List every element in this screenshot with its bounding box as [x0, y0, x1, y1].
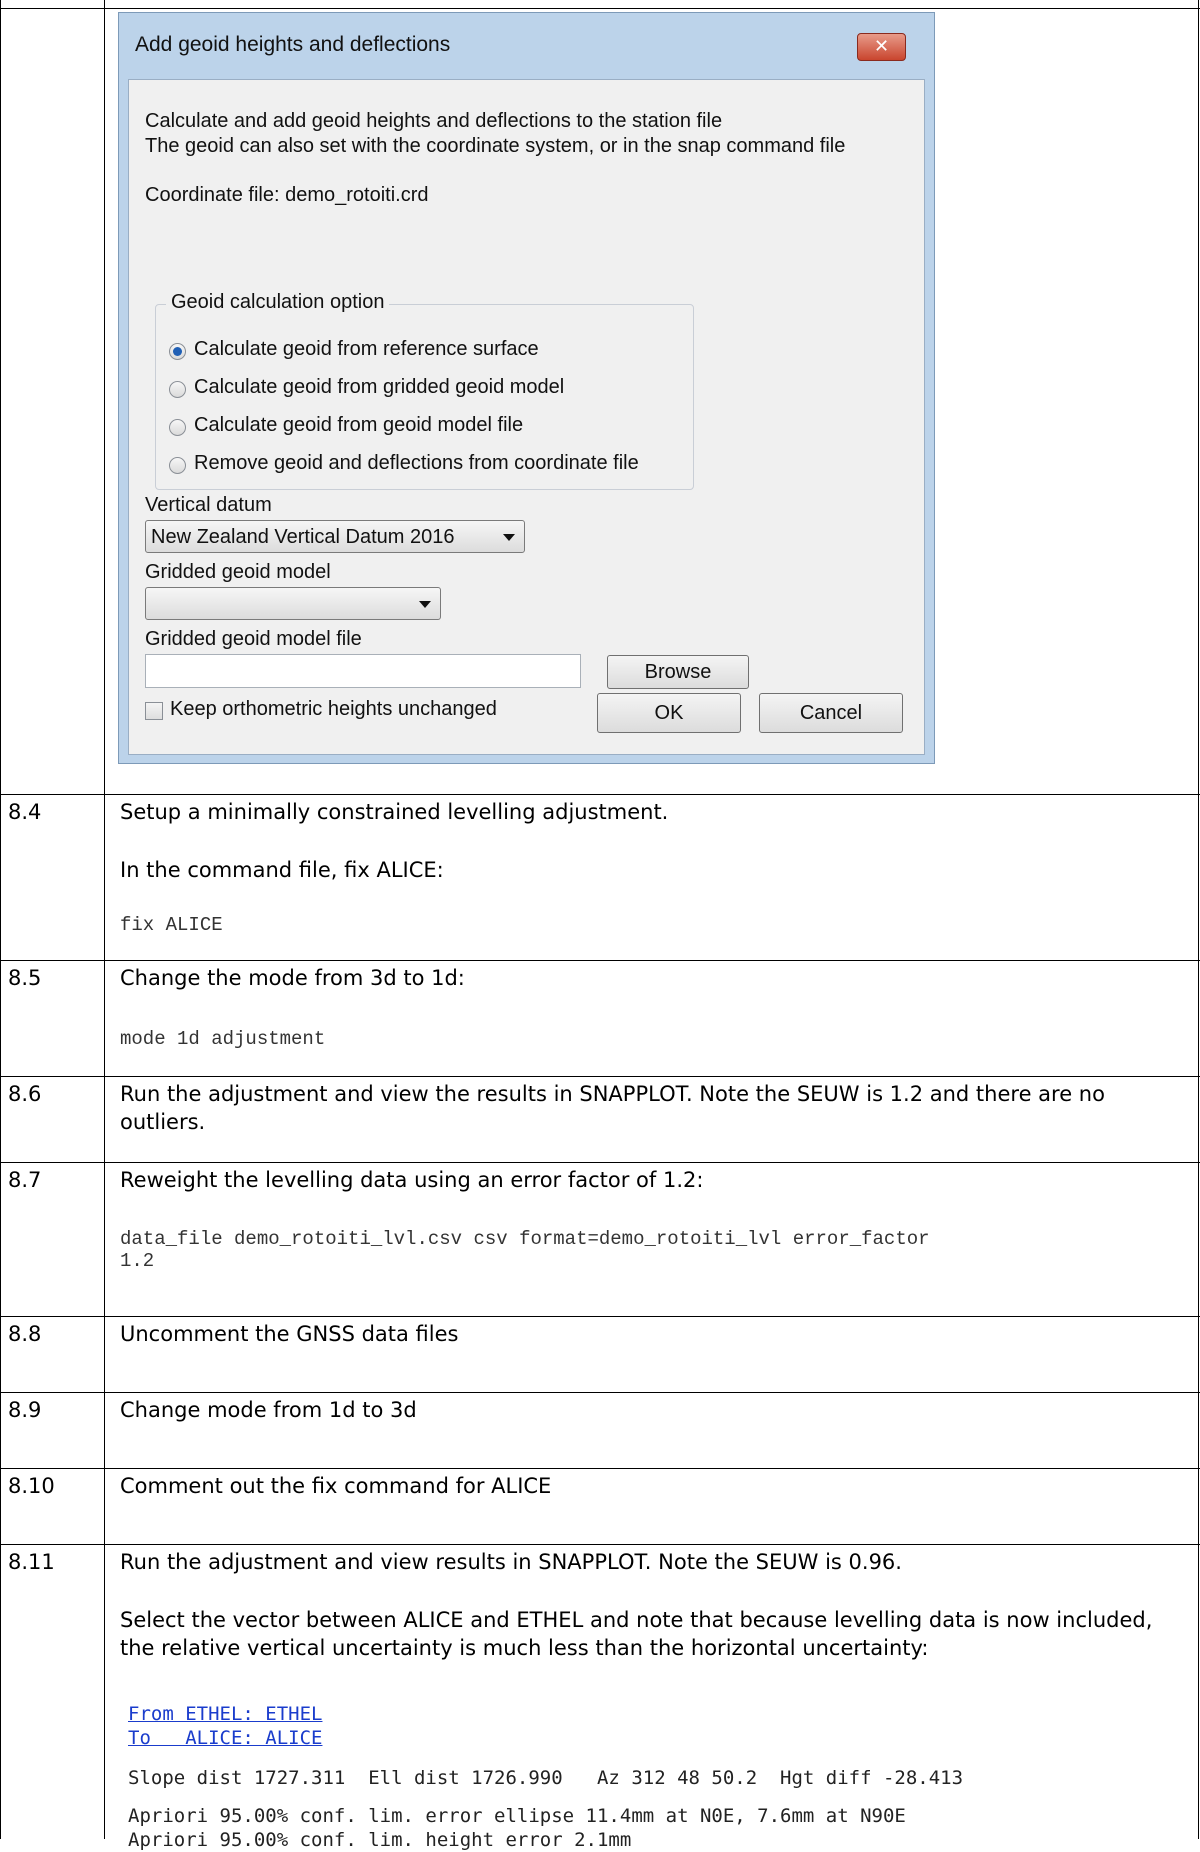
instructions-table: Add geoid heights and deflections ✕ Calc…: [0, 0, 1200, 1851]
vertical-datum-value: New Zealand Vertical Datum 2016: [151, 526, 455, 548]
dialog-body: Calculate and add geoid heights and defl…: [128, 79, 925, 755]
gridded-model-label: Gridded geoid model: [145, 561, 331, 583]
step-number: 8.4: [8, 800, 42, 824]
step-code: fix ALICE: [120, 914, 223, 936]
vertical-datum-select[interactable]: New Zealand Vertical Datum 2016: [145, 520, 525, 553]
gridded-model-select[interactable]: [145, 587, 441, 620]
cancel-button[interactable]: Cancel: [759, 693, 903, 733]
row-divider: [0, 794, 1200, 795]
row-divider: [0, 1468, 1200, 1469]
table-border-right: [1198, 0, 1199, 1839]
step-text: Run the adjustment and view results in S…: [120, 1550, 902, 1574]
step-text: Reweight the levelling data using an err…: [120, 1168, 704, 1192]
option-label: Calculate geoid from reference surface: [194, 338, 539, 360]
intro-line-1: Calculate and add geoid heights and defl…: [145, 110, 723, 132]
gridded-model-file-input[interactable]: [145, 654, 581, 688]
radio-reference-surface[interactable]: [169, 343, 186, 360]
close-icon: ✕: [873, 36, 890, 57]
row-divider: [0, 1316, 1200, 1317]
row-divider: [0, 1076, 1200, 1077]
step-number: 8.5: [8, 966, 42, 990]
step-number: 8.11: [8, 1550, 55, 1574]
group-legend: Geoid calculation option: [166, 291, 390, 314]
coordinate-file-label: Coordinate file: demo_rotoiti.crd: [145, 184, 429, 206]
radio-gridded-model[interactable]: [169, 381, 186, 398]
row-divider: [0, 1544, 1200, 1545]
table-column-divider: [104, 0, 105, 1839]
geoid-option-group: Geoid calculation option Calculate geoid…: [155, 291, 694, 490]
step-text: Select the vector between ALICE and ETHE…: [120, 1608, 1153, 1660]
chevron-down-icon: [419, 601, 431, 608]
to-station-link[interactable]: To ALICE: ALICE: [128, 1726, 322, 1750]
keep-heights-checkbox[interactable]: [145, 702, 163, 720]
step-text: Change mode from 1d to 3d: [120, 1398, 417, 1422]
slope-distance-line: Slope dist 1727.311 Ell dist 1726.990 Az…: [128, 1767, 964, 1789]
keep-heights-label: Keep orthometric heights unchanged: [170, 698, 497, 720]
step-number: 8.10: [8, 1474, 55, 1498]
apriori-ellipse-line: Apriori 95.00% conf. lim. error ellipse …: [128, 1805, 906, 1827]
step-text: Change the mode from 3d to 1d:: [120, 966, 465, 990]
option-label: Calculate geoid from geoid model file: [194, 414, 524, 436]
table-border-top: [0, 8, 1200, 9]
row-divider: [0, 1162, 1200, 1163]
step-number: 8.9: [8, 1398, 42, 1422]
row-divider: [0, 960, 1200, 961]
step-text: Uncomment the GNSS data files: [120, 1322, 459, 1346]
table-border-left: [0, 0, 1, 1839]
radio-model-file[interactable]: [169, 419, 186, 436]
step-code: mode 1d adjustment: [120, 1028, 326, 1050]
option-label: Calculate geoid from gridded geoid model: [194, 376, 565, 398]
from-station-link[interactable]: From ETHEL: ETHEL: [128, 1702, 322, 1726]
step-text: Run the adjustment and view the results …: [120, 1082, 1105, 1134]
apriori-height-line: Apriori 95.00% conf. lim. height error 2…: [128, 1829, 632, 1851]
chevron-down-icon: [503, 534, 515, 541]
ok-button[interactable]: OK: [597, 693, 741, 733]
step-text: Setup a minimally constrained levelling …: [120, 800, 669, 824]
browse-button[interactable]: Browse: [607, 655, 749, 689]
geoid-dialog: Add geoid heights and deflections ✕ Calc…: [118, 12, 935, 764]
vertical-datum-label: Vertical datum: [145, 494, 272, 516]
close-button[interactable]: ✕: [857, 33, 906, 61]
dialog-title: Add geoid heights and deflections: [135, 33, 451, 56]
option-label: Remove geoid and deflections from coordi…: [194, 452, 639, 474]
step-code: data_file demo_rotoiti_lvl.csv csv forma…: [120, 1228, 930, 1272]
radio-remove-geoid[interactable]: [169, 457, 186, 474]
step-text: Comment out the fix command for ALICE: [120, 1474, 552, 1498]
step-number: 8.7: [8, 1168, 42, 1192]
gridded-model-file-label: Gridded geoid model file: [145, 628, 362, 650]
step-number: 8.8: [8, 1322, 42, 1346]
intro-line-2: The geoid can also set with the coordina…: [145, 135, 846, 157]
step-number: 8.6: [8, 1082, 42, 1106]
step-text: In the command file, fix ALICE:: [120, 858, 444, 882]
row-divider: [0, 1392, 1200, 1393]
